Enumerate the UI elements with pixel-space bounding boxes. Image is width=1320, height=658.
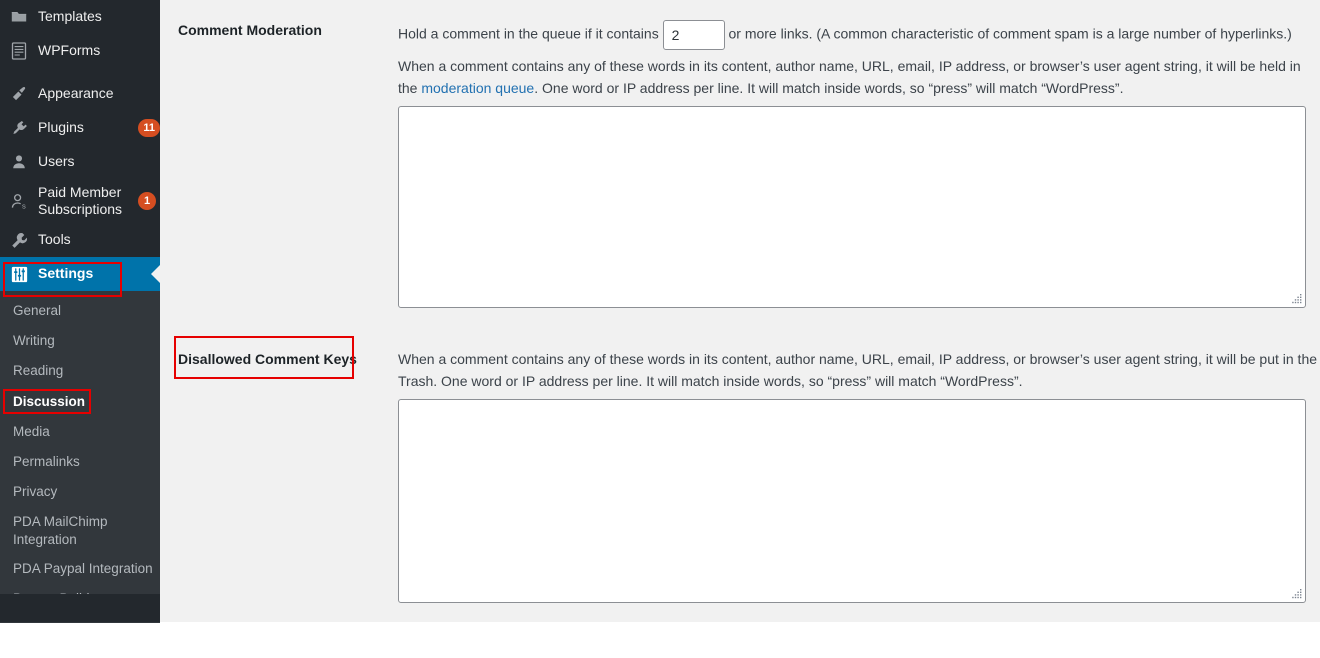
templates-icon: [9, 7, 29, 27]
status-badge: 11: [138, 119, 160, 137]
submenu-item-privacy[interactable]: Privacy: [0, 477, 160, 507]
submenu-item-label: PDA MailChimp Integration: [13, 513, 108, 547]
sidebar-item-label: Settings: [38, 265, 94, 282]
status-badge: 1: [138, 192, 156, 210]
comment-moderation-label: Comment Moderation: [178, 22, 322, 38]
wpforms-icon: [9, 41, 29, 61]
sidebar-item-label: Plugins: [38, 119, 84, 136]
sidebar-item-wpforms[interactable]: WPForms: [0, 34, 160, 68]
submenu-item-discussion[interactable]: Discussion: [0, 387, 160, 417]
sidebar-item-templates[interactable]: Templates: [0, 0, 160, 34]
paid-member-subscriptions-icon: s: [9, 191, 29, 211]
plugins-icon: [9, 118, 29, 138]
sidebar-item-appearance[interactable]: Appearance: [0, 77, 160, 111]
submenu-item-label: Reading: [13, 363, 64, 379]
sidebar-footer: [0, 594, 160, 622]
users-icon: [9, 152, 29, 172]
submenu-item-label: General: [13, 303, 62, 318]
sidebar-item-label: WPForms: [38, 42, 101, 59]
sidebar-item-label: Templates: [38, 8, 102, 25]
moderation-desc-part2: . One word or IP address per line. It wi…: [534, 79, 1124, 96]
comment-moderation-textarea[interactable]: [398, 106, 1306, 308]
menu-separator: [0, 68, 160, 77]
submenu-item-label: Discussion: [13, 393, 86, 409]
submenu-item-permalinks[interactable]: Permalinks: [0, 447, 160, 477]
sidebar-item-label: Tools: [38, 231, 71, 248]
submenu-item-label: Writing: [13, 333, 55, 349]
submenu-item-general[interactable]: General: [0, 296, 160, 326]
tools-icon: [9, 230, 29, 250]
disallowed-desc-part1: When a comment contains any of these wor…: [398, 351, 1318, 367]
sidebar-item-label: Paid Member Subscriptions: [38, 183, 123, 218]
disallowed-desc-part2: Trash. One word or IP address per line. …: [398, 372, 1023, 389]
disallowed-comment-keys-description: When a comment contains any of these wor…: [398, 349, 1318, 392]
admin-menu: Templates WPForms Appearance Plugins 11 …: [0, 0, 160, 291]
disallowed-keys-textarea-wrapper: [398, 399, 1306, 603]
hold-comment-row: Hold a comment in the queue if it contai…: [398, 20, 1313, 50]
comment-moderation-description: When a comment contains any of these wor…: [398, 56, 1318, 99]
appearance-icon: [9, 84, 29, 104]
submenu-item-pda-mailchimp-integration[interactable]: PDA MailChimp Integration: [0, 508, 160, 554]
sidebar-item-settings[interactable]: Settings: [0, 257, 160, 291]
submenu-item-label: PDA Paypal Integration: [13, 560, 153, 576]
hold-comment-prefix: Hold a comment in the queue if it contai…: [398, 25, 659, 42]
wordpress-admin-screen: Templates WPForms Appearance Plugins 11 …: [0, 0, 1320, 658]
discussion-settings-content: Comment Moderation Hold a comment in the…: [160, 0, 1320, 622]
submenu-item-pda-paypal-integration[interactable]: PDA Paypal Integration: [0, 554, 160, 584]
sidebar-item-users[interactable]: Users: [0, 145, 160, 179]
settings-icon: [9, 264, 29, 284]
sidebar-item-paid-member-subscriptions[interactable]: s Paid Member Subscriptions 1: [0, 179, 160, 223]
moderation-keys-textarea-wrapper: [398, 106, 1306, 308]
admin-sidebar: Templates WPForms Appearance Plugins 11 …: [0, 0, 160, 624]
sidebar-item-plugins[interactable]: Plugins 11: [0, 111, 160, 145]
submenu-flyout-arrow-icon: [151, 265, 160, 283]
svg-text:s: s: [21, 201, 25, 210]
submenu-item-media[interactable]: Media: [0, 417, 160, 447]
sidebar-item-label: Appearance: [38, 85, 114, 102]
submenu-item-label: Permalinks: [13, 454, 80, 470]
comment-links-threshold-input[interactable]: [662, 20, 725, 50]
hold-comment-suffix: or more links. (A common characteristic …: [728, 25, 1292, 42]
disallowed-comment-keys-textarea[interactable]: [398, 399, 1306, 603]
settings-submenu: General Writing Reading Discussion Media…: [0, 291, 160, 624]
sidebar-item-tools[interactable]: Tools: [0, 223, 160, 257]
submenu-item-label: Media: [13, 423, 50, 439]
submenu-item-writing[interactable]: Writing: [0, 326, 160, 356]
submenu-item-label: Privacy: [13, 484, 58, 500]
moderation-queue-link[interactable]: moderation queue: [421, 80, 534, 96]
submenu-item-reading[interactable]: Reading: [0, 356, 160, 386]
disallowed-comment-keys-label: Disallowed Comment Keys: [178, 351, 357, 367]
sidebar-item-label: Users: [38, 153, 75, 170]
